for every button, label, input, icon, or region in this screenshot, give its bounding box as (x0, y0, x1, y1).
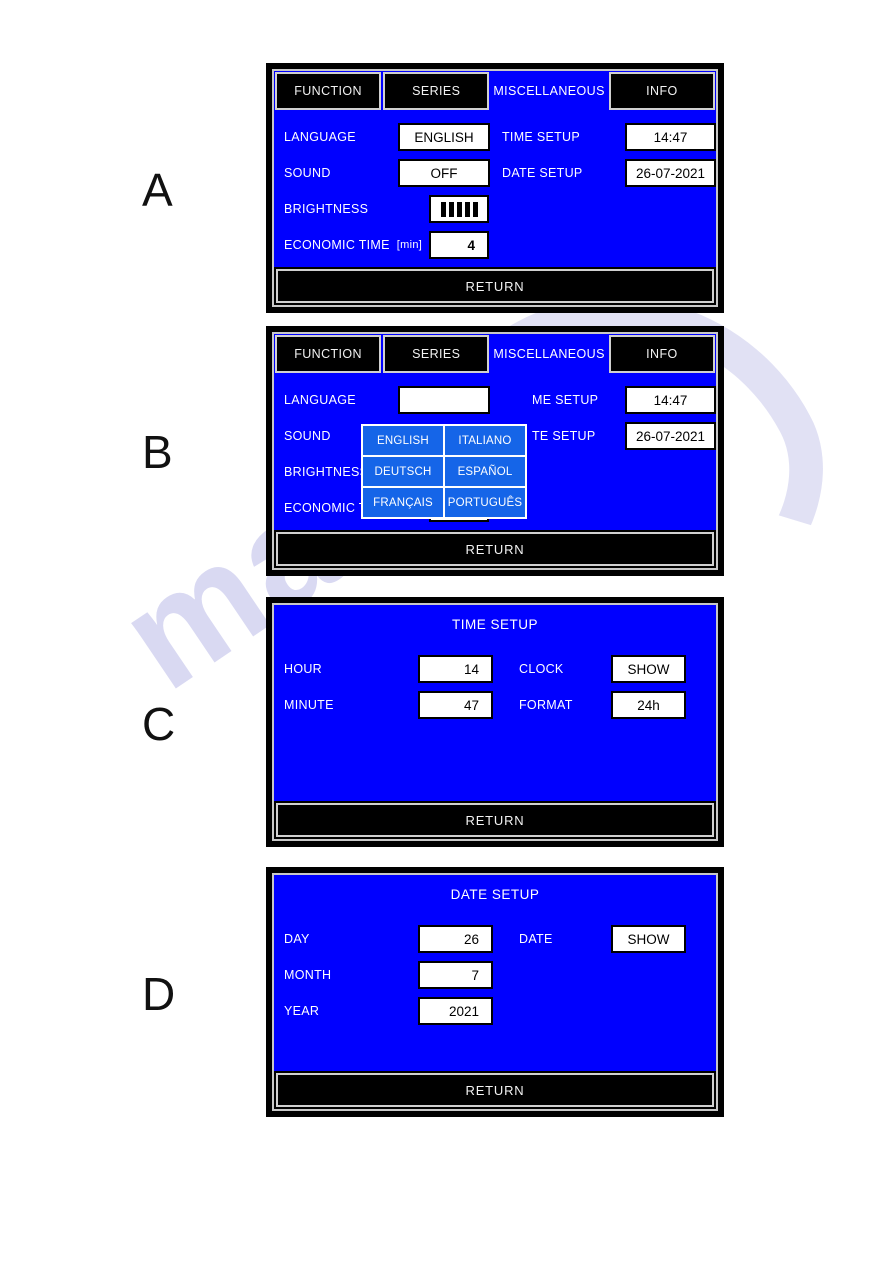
screen-body-d: DATE SETUP DAY 26 MONTH 7 YEAR 2021 DATE… (274, 875, 716, 1071)
value-date[interactable]: SHOW (611, 925, 686, 953)
screen-inner-c: TIME SETUP HOUR 14 MINUTE 47 CLOCK SHOW … (272, 603, 718, 841)
label-clock: CLOCK (519, 662, 564, 676)
label-time-setup: TIME SETUP (502, 130, 581, 144)
label-format: FORMAT (519, 698, 573, 712)
value-month[interactable]: 7 (418, 961, 493, 989)
row-sound-a: SOUND (284, 159, 331, 187)
value-time-setup[interactable]: 14:47 (625, 123, 716, 151)
value-time-setup[interactable]: 14:47 (625, 386, 716, 414)
return-button-a[interactable]: RETURN (276, 269, 714, 303)
language-option-portugues[interactable]: PORTUGUÊS (445, 488, 525, 517)
language-option-italiano[interactable]: ITALIANO (445, 426, 525, 455)
value-brightness[interactable] (429, 195, 489, 223)
return-button-d[interactable]: RETURN (276, 1073, 714, 1107)
value-year[interactable]: 2021 (418, 997, 493, 1025)
tab-function[interactable]: FUNCTION (275, 72, 382, 110)
tab-info[interactable]: INFO (608, 72, 715, 110)
panel-letter-d: D (142, 968, 176, 1020)
value-date-setup[interactable]: 26-07-2021 (625, 422, 716, 450)
screen-inner-a: FUNCTION SERIES MISCELLANEOUS INFO LANGU… (272, 69, 718, 307)
screen-panel-a: FUNCTION SERIES MISCELLANEOUS INFO LANGU… (266, 63, 724, 313)
language-option-deutsch[interactable]: DEUTSCH (363, 457, 443, 486)
row-day: DAY (284, 925, 310, 953)
label-hour: HOUR (284, 662, 323, 676)
value-date-setup[interactable]: 26-07-2021 (625, 159, 716, 187)
row-month: MONTH (284, 961, 331, 989)
page-title-time-setup: TIME SETUP (451, 617, 538, 632)
label-language: LANGUAGE (284, 393, 356, 407)
label-sound: SOUND (284, 166, 331, 180)
screen-inner-d: DATE SETUP DAY 26 MONTH 7 YEAR 2021 DATE… (272, 873, 718, 1111)
row-hour: HOUR (284, 655, 322, 683)
row-language-a: LANGUAGE (284, 123, 356, 151)
return-button-b[interactable]: RETURN (276, 532, 714, 566)
label-year: YEAR (284, 1004, 320, 1018)
panel-letter-c: C (142, 698, 176, 750)
label-month: MONTH (284, 968, 332, 982)
value-language-open[interactable] (398, 386, 490, 414)
label-minute: MINUTE (284, 698, 334, 712)
screen-body-b: LANGUAGE SOUND BRIGHTNESS ECONOMIC TIME … (274, 374, 716, 530)
row-brightness-b: BRIGHTNESS (284, 458, 368, 486)
value-day[interactable]: 26 (418, 925, 493, 953)
tab-series[interactable]: SERIES (383, 72, 490, 110)
tab-miscellaneous[interactable]: MISCELLANEOUS (491, 335, 607, 373)
label-economic-time-unit: [min] (396, 239, 423, 251)
language-option-espanol[interactable]: ESPAÑOL (445, 457, 525, 486)
row-format: FORMAT (519, 691, 573, 719)
language-option-english[interactable]: ENGLISH (363, 426, 443, 455)
row-date-setup-b: TE SETUP (532, 422, 596, 450)
label-language: LANGUAGE (284, 130, 356, 144)
language-option-francais[interactable]: FRANÇAIS (363, 488, 443, 517)
value-language[interactable]: ENGLISH (398, 123, 490, 151)
row-time-setup-a: TIME SETUP (502, 123, 580, 151)
label-sound: SOUND (284, 429, 331, 443)
panel-letter-a: A (142, 164, 173, 216)
value-minute[interactable]: 47 (418, 691, 493, 719)
label-economic-time: ECONOMIC TIME (284, 238, 390, 252)
label-day: DAY (284, 932, 310, 946)
row-clock: CLOCK (519, 655, 564, 683)
row-language-b: LANGUAGE (284, 386, 356, 414)
brightness-bars-icon (431, 201, 487, 217)
screen-panel-d: DATE SETUP DAY 26 MONTH 7 YEAR 2021 DATE… (266, 867, 724, 1117)
value-hour[interactable]: 14 (418, 655, 493, 683)
row-sound-b: SOUND (284, 422, 331, 450)
label-date: DATE (519, 932, 553, 946)
return-button-c[interactable]: RETURN (276, 803, 714, 837)
row-time-setup-b: ME SETUP (532, 386, 598, 414)
row-brightness-a: BRIGHTNESS (284, 195, 368, 223)
language-dropdown[interactable]: ENGLISH ITALIANO DEUTSCH ESPAÑOL FRANÇAI… (361, 424, 527, 519)
screen-panel-b: FUNCTION SERIES MISCELLANEOUS INFO LANGU… (266, 326, 724, 576)
row-year: YEAR (284, 997, 319, 1025)
row-minute: MINUTE (284, 691, 334, 719)
page-title-date-setup: DATE SETUP (450, 887, 540, 902)
tab-function[interactable]: FUNCTION (275, 335, 382, 373)
screen-panel-c: TIME SETUP HOUR 14 MINUTE 47 CLOCK SHOW … (266, 597, 724, 847)
label-brightness: BRIGHTNESS (284, 465, 369, 479)
value-format[interactable]: 24h (611, 691, 686, 719)
tab-miscellaneous[interactable]: MISCELLANEOUS (491, 72, 607, 110)
row-date-setup-a: DATE SETUP (502, 159, 583, 187)
value-clock[interactable]: SHOW (611, 655, 686, 683)
screen-inner-b: FUNCTION SERIES MISCELLANEOUS INFO LANGU… (272, 332, 718, 570)
row-date: DATE (519, 925, 553, 953)
label-date-setup-partial: TE SETUP (532, 429, 596, 443)
tab-series[interactable]: SERIES (383, 335, 490, 373)
tab-bar-a: FUNCTION SERIES MISCELLANEOUS INFO (274, 71, 716, 111)
label-date-setup: DATE SETUP (502, 166, 583, 180)
screen-body-a: LANGUAGE ENGLISH SOUND OFF BRIGHTNESS EC… (274, 111, 716, 267)
value-sound[interactable]: OFF (398, 159, 490, 187)
tab-info[interactable]: INFO (608, 335, 715, 373)
row-economic-time-a: ECONOMIC TIME [min] (284, 231, 422, 259)
value-economic-time[interactable]: 4 (429, 231, 489, 259)
tab-bar-b: FUNCTION SERIES MISCELLANEOUS INFO (274, 334, 716, 374)
screen-body-c: TIME SETUP HOUR 14 MINUTE 47 CLOCK SHOW … (274, 605, 716, 801)
panel-letter-b: B (142, 426, 173, 478)
label-time-setup-partial: ME SETUP (532, 393, 599, 407)
label-brightness: BRIGHTNESS (284, 202, 369, 216)
